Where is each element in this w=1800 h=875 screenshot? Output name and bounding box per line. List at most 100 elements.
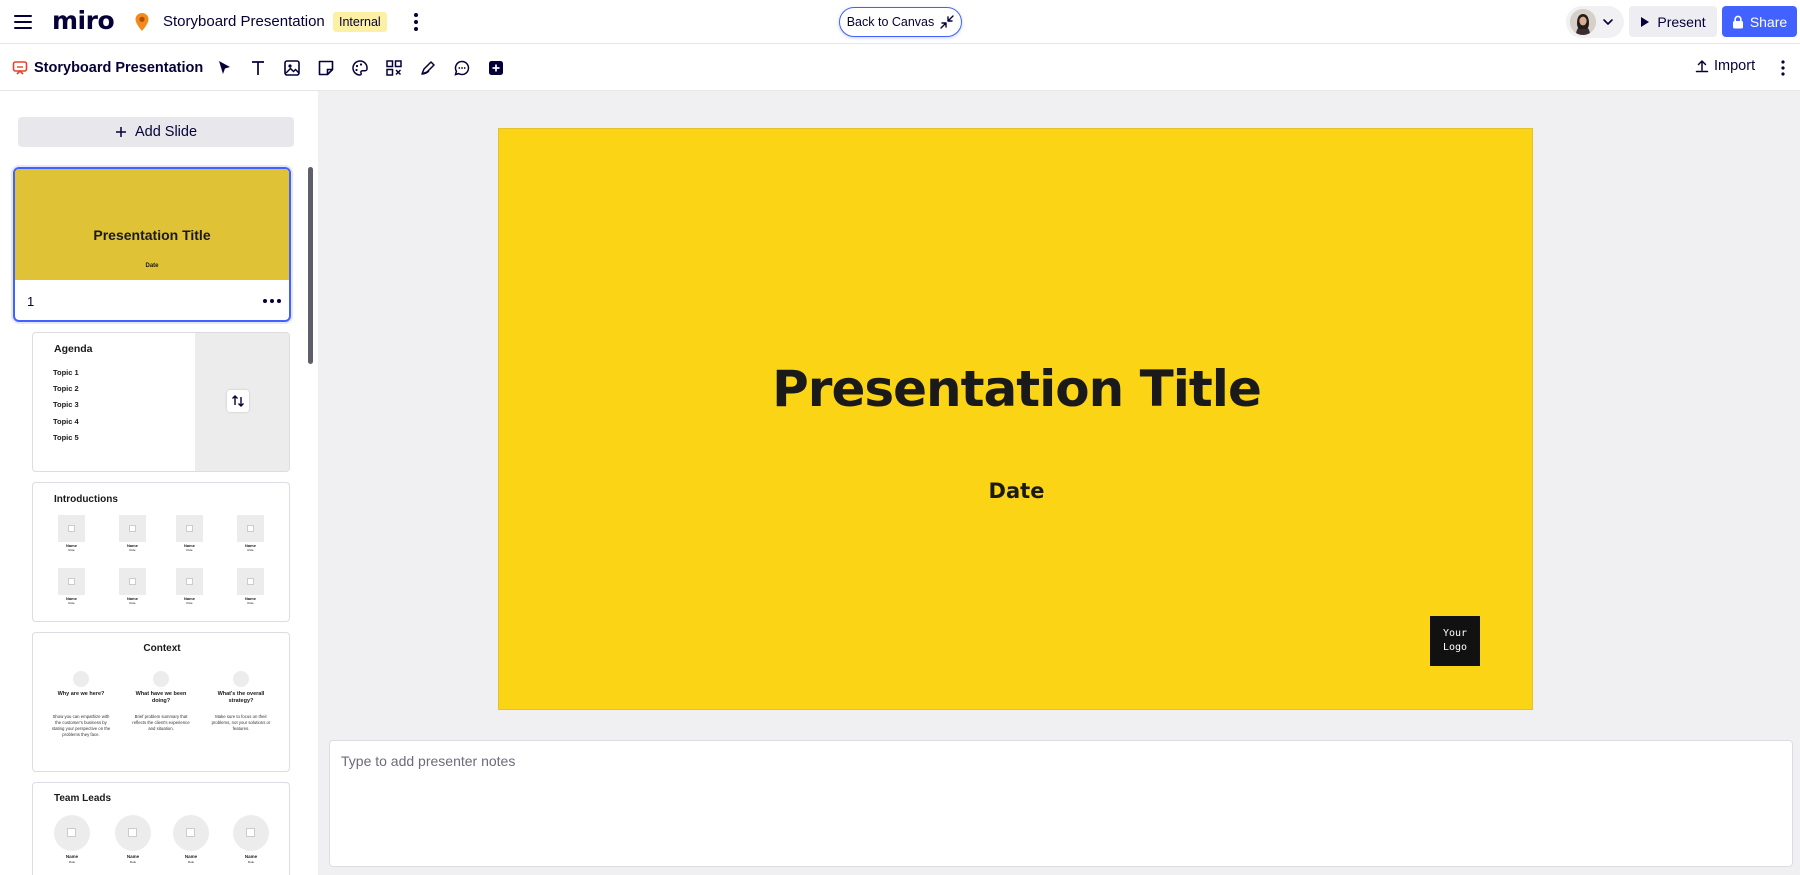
image-placeholder (237, 568, 264, 595)
presenter-notes-input[interactable] (329, 740, 1793, 867)
plus-square-icon[interactable] (486, 58, 506, 78)
agenda-topic: Topic 1 (53, 368, 79, 377)
avatar-placeholder (233, 815, 269, 851)
agenda-topic: Topic 3 (53, 400, 79, 409)
share-button[interactable]: Share (1722, 6, 1797, 37)
context-text: Make sure to focus on their problems, no… (211, 714, 271, 731)
avatar-placeholder (115, 815, 151, 851)
image-placeholder (119, 515, 146, 542)
person-role: Role (68, 860, 76, 864)
image-placeholder (58, 568, 85, 595)
person-role: Role (186, 548, 193, 552)
thumbnail-title: Team Leads (54, 793, 112, 804)
board-title[interactable]: Storyboard Presentation (163, 13, 325, 30)
more-horizontal-icon[interactable] (260, 293, 284, 309)
image-placeholder (195, 333, 289, 471)
pen-icon[interactable] (418, 58, 438, 78)
person-role: Role (129, 548, 136, 552)
thumbnail-date: Date (145, 263, 159, 269)
placeholder-icon (233, 671, 249, 687)
top-bar: miro Storyboard Presentation Internal Ba… (0, 0, 1800, 44)
placeholder-icon (153, 671, 169, 687)
placeholder-icon (73, 671, 89, 687)
context-heading: What's the overall strategy? (217, 691, 265, 704)
plus-icon (115, 126, 127, 138)
minimize-arrows-icon (940, 15, 954, 29)
present-label: Present (1657, 13, 1706, 30)
upload-icon (1695, 59, 1709, 73)
present-button[interactable]: Present (1629, 6, 1717, 37)
palette-icon[interactable] (350, 58, 370, 78)
thumbnail-title: Presentation Title (93, 227, 211, 243)
lock-icon (1732, 15, 1744, 29)
chevron-down-icon (1602, 16, 1614, 28)
add-slide-label: Add Slide (134, 124, 198, 140)
back-to-canvas-button[interactable]: Back to Canvas (839, 7, 962, 37)
slide-thumbnail-5[interactable]: Team Leads Name Role Name Role Name Role… (32, 782, 290, 875)
person-role: Role (187, 860, 195, 864)
avatar-placeholder (173, 815, 209, 851)
slide-thumbnail-1[interactable]: Presentation Title Date 1 (13, 167, 291, 322)
slides-panel: Add Slide Presentation Title Date 1 Agen… (0, 91, 318, 875)
avatar-placeholder (54, 815, 90, 851)
user-menu[interactable] (1566, 6, 1624, 38)
back-to-canvas-label: Back to Canvas (846, 15, 935, 29)
sidebar-scrollbar[interactable] (308, 167, 313, 364)
add-slide-button[interactable]: Add Slide (18, 117, 294, 147)
play-icon (1640, 16, 1650, 28)
miro-logo[interactable]: miro (52, 6, 115, 35)
image-placeholder (58, 515, 85, 542)
presentation-toolbar: Storyboard Presentation Import (0, 45, 1800, 91)
person-role: Role (247, 860, 255, 864)
person-role: Role (129, 860, 137, 864)
menu-icon[interactable] (12, 11, 34, 33)
image-placeholder (176, 515, 203, 542)
import-button[interactable]: Import (1695, 58, 1755, 74)
person-role: Role (68, 548, 75, 552)
slide-title[interactable]: Presentation Title (499, 360, 1534, 418)
context-heading: Why are we here? (57, 691, 105, 697)
more-options-icon[interactable] (1776, 58, 1790, 78)
slide-thumbnail-4[interactable]: Context Why are we here? Show you can em… (32, 632, 290, 772)
presentation-title[interactable]: Storyboard Presentation (34, 60, 203, 76)
import-label: Import (1714, 58, 1756, 74)
presentation-icon (12, 60, 28, 76)
image-icon[interactable] (282, 58, 302, 78)
person-name: Name (184, 854, 198, 859)
person-role: Role (247, 548, 254, 552)
avatar (1570, 9, 1596, 35)
image-placeholder (176, 568, 203, 595)
slide-number: 1 (27, 294, 35, 309)
agenda-topic: Topic 2 (53, 384, 79, 393)
agenda-topic: Topic 5 (53, 433, 79, 442)
sticky-note-icon[interactable] (316, 58, 336, 78)
context-text: Show you can empathize with the customer… (51, 714, 111, 737)
slide-editor: Presentation Title Date Your Logo (318, 91, 1800, 875)
agenda-topic: Topic 4 (53, 417, 79, 426)
select-arrow-icon[interactable] (214, 58, 234, 78)
text-icon[interactable] (248, 58, 268, 78)
comment-icon[interactable] (452, 58, 472, 78)
share-label: Share (1749, 13, 1788, 30)
thumbnail-title: Agenda (54, 343, 93, 355)
thumbnail-title: Introductions (54, 494, 118, 505)
person-role: Role (247, 601, 254, 605)
slide-thumbnail-3[interactable]: Introductions Name Role Name Role Name R… (32, 482, 290, 622)
context-heading: What have we been doing? (135, 691, 187, 704)
logo-placeholder[interactable]: Your Logo (1430, 616, 1480, 666)
visibility-badge[interactable]: Internal (333, 12, 387, 32)
person-name: Name (244, 854, 258, 859)
location-pin-icon (134, 12, 150, 32)
image-placeholder (119, 568, 146, 595)
slide-date[interactable]: Date (499, 479, 1534, 503)
person-role: Role (68, 601, 75, 605)
person-name: Name (65, 854, 79, 859)
more-options-icon[interactable] (406, 10, 426, 34)
person-role: Role (186, 601, 193, 605)
frames-icon[interactable] (384, 58, 404, 78)
context-text: Brief problem summary that reflects the … (132, 714, 190, 731)
swap-icon (227, 390, 249, 412)
slide-thumbnail-2[interactable]: Agenda Topic 1 Topic 2 Topic 3 Topic 4 T… (32, 332, 290, 472)
person-role: Role (129, 601, 136, 605)
slide-canvas[interactable]: Presentation Title Date Your Logo (498, 128, 1533, 710)
